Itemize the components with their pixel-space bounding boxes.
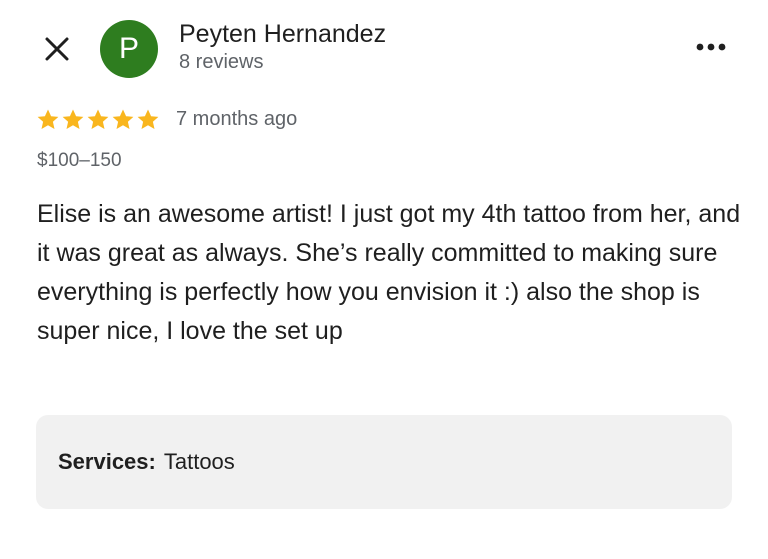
review-time: 7 months ago [176, 108, 298, 130]
review-text: Elise is an awesome artist! I just got m… [37, 200, 741, 345]
close-icon [45, 37, 69, 61]
star-icon [137, 109, 159, 129]
close-button[interactable] [38, 30, 76, 68]
services-box: Services: Tattoos [36, 415, 732, 509]
star-rating [36, 108, 160, 132]
reviewer-review-count: 8 reviews [179, 51, 264, 73]
more-horizontal-icon [696, 43, 726, 51]
reviewer-name[interactable]: Peyten Hernandez [179, 20, 386, 49]
more-options-button[interactable] [688, 30, 734, 64]
price-range: $100–150 [37, 150, 122, 171]
star-icon [62, 109, 84, 129]
star-icon [112, 109, 134, 129]
avatar-letter: P [118, 32, 139, 65]
star-icon [37, 109, 59, 129]
services-value: Tattoos [163, 449, 235, 474]
avatar[interactable]: P [100, 20, 158, 78]
services-label: Services: [58, 449, 156, 474]
star-icon [87, 109, 109, 129]
